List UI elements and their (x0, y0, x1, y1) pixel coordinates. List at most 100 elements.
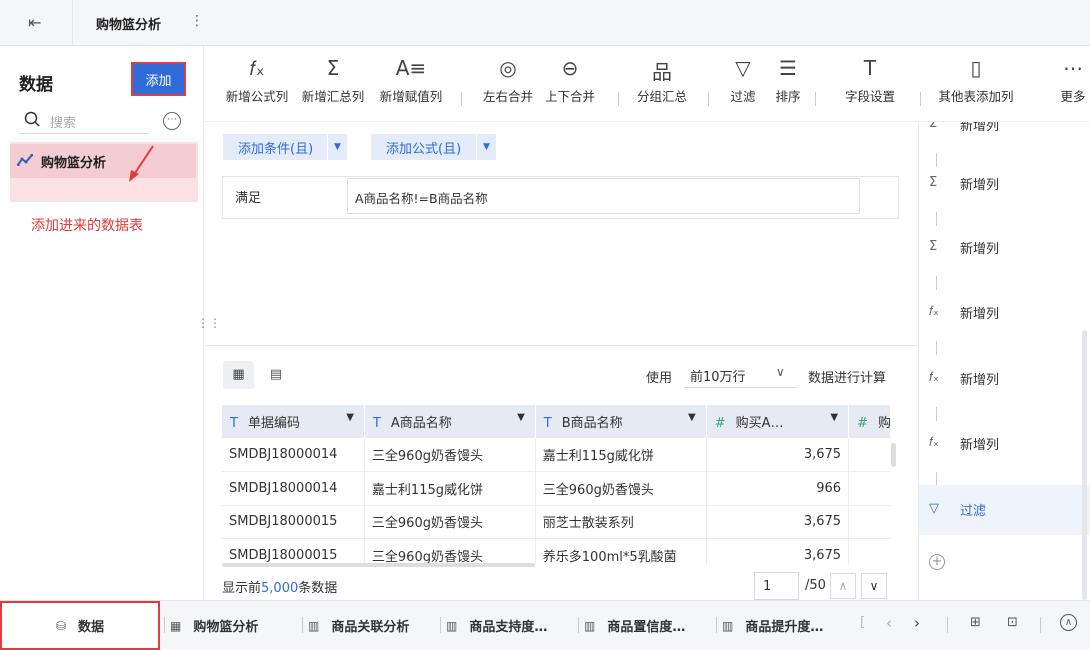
add-dashboard-icon[interactable]: ⊞ (970, 615, 981, 630)
resize-handle-icon[interactable]: ⋮⋮ (197, 316, 221, 330)
table-row[interactable]: SMDBJ18000014 嘉士利115g威化饼 三全960g奶香馒头 966 (222, 471, 890, 506)
toolbar-item-3[interactable]: ◎ 左右合并 (480, 56, 536, 105)
tab-0[interactable]: ⛁ 数据 (0, 601, 160, 650)
toolbar-item-0[interactable]: 𝑓ₓ 新增公式列 (222, 56, 292, 105)
step-item[interactable]: Σ 新增列 (919, 223, 1090, 273)
steps-scrollbar[interactable] (1082, 330, 1087, 600)
assign-icon: A≡ (395, 56, 427, 80)
divider (440, 617, 441, 633)
toolbar-item-4[interactable]: ⊖ 上下合并 (542, 56, 598, 105)
step-item[interactable]: Σ 新增列 (919, 122, 1090, 150)
filter-icon: ▽ (735, 56, 751, 80)
tab-4[interactable]: ▥ 商品置信度… (584, 601, 709, 650)
table-row[interactable]: SMDBJ18000015 三全960g奶香馒头 养乐多100ml*5乳酸菌 3,67… (222, 538, 890, 565)
toolbar-item-7[interactable]: ☰ 排序 (772, 56, 804, 105)
table-row[interactable]: SMDBJ18000014 三全960g奶香馒头 嘉士利115g威化饼 3,675 (222, 438, 890, 472)
toolbar-item-8[interactable]: T 字段设置 (842, 56, 898, 105)
table-cell: 3,675 (706, 505, 850, 539)
more-vertical-icon[interactable]: ⋮ (190, 13, 204, 29)
horizontal-scrollbar[interactable] (222, 563, 535, 567)
table-row[interactable]: SMDBJ18000015 三全960g奶香馒头 丽芝士散装系列 3,675 (222, 505, 890, 539)
caret-down-icon[interactable]: ▼ (517, 412, 525, 423)
divider (815, 92, 816, 106)
column-header[interactable]: # 购买B (848, 405, 890, 438)
chevron-left-icon[interactable]: ‹ (886, 614, 892, 632)
calc-label: 数据进行计算 (808, 371, 887, 386)
page-title: 购物篮分析 (96, 18, 162, 33)
caret-down-icon[interactable]: ▼ (830, 412, 838, 423)
preview-table: T 单据编码 ▼ T A商品名称 ▼ T B商品名称 ▼ # 购买A… ▼ # 购买B SMDBJ1800… (222, 405, 890, 565)
vertical-scrollbar[interactable] (891, 443, 896, 467)
tab-2[interactable]: ▥ 商品关联分析 (308, 601, 433, 650)
tab-3[interactable]: ▥ 商品支持度… (446, 601, 571, 650)
formula-field[interactable]: A商品名称!=B商品名称 (347, 178, 860, 214)
tab-label: 商品置信度… (607, 620, 686, 635)
layout-view-icon[interactable]: ▤ (264, 361, 288, 389)
table-cell (848, 438, 890, 472)
add-condition-button[interactable]: 添加条件(且) (223, 134, 327, 160)
database-icon: ⛁ (55, 618, 67, 633)
use-label: 使用 (646, 371, 673, 386)
table-cell: 嘉士利115g威化饼 (364, 471, 536, 506)
caret-down-icon[interactable]: ▼ (688, 412, 696, 423)
toolbar-item-6[interactable]: ▽ 过滤 (727, 56, 759, 105)
toolbar-item-9[interactable]: ▯ 其他表添加列 (935, 56, 1017, 105)
options-icon[interactable]: ⋯ (163, 112, 181, 130)
exit-icon[interactable]: ⇤ (28, 13, 48, 33)
step-item[interactable]: ▽ 过滤 (919, 485, 1090, 535)
collapse-up-icon[interactable]: ∧ (1060, 614, 1077, 631)
more-icon: ⋯ (1063, 56, 1083, 80)
chevron-down-icon[interactable]: ∨ (776, 365, 785, 379)
add-column-icon: ▯ (970, 56, 982, 80)
toolbar-item-label: 新增赋值列 (379, 89, 443, 104)
field-settings-icon: T (863, 56, 877, 80)
step-item[interactable]: 𝑓ₓ 新增列 (919, 354, 1090, 404)
chevron-right-icon[interactable]: › (914, 614, 920, 632)
chevron-up-icon[interactable]: ∧ (830, 573, 856, 599)
tab-placeholder-icon: [ (860, 615, 866, 630)
chart-icon: ▥ (722, 618, 734, 633)
step-item[interactable]: 𝑓ₓ 新增列 (919, 419, 1090, 469)
steps-panel: Σ 新增列 Σ 新增列 Σ 新增列 𝑓ₓ 新增列 𝑓ₓ 新增列 𝑓ₓ 新增列 ▽ 过滤 + (918, 122, 1090, 600)
caret-down-icon[interactable]: ▼ (346, 412, 354, 423)
satisfy-label: 满足 (235, 191, 262, 206)
toolbar-item-2[interactable]: A≡ 新增赋值列 (376, 56, 446, 105)
table-cell: 966 (706, 471, 850, 506)
toolbar-item-label: 更多 (1060, 89, 1086, 104)
page-input[interactable]: 1 (754, 572, 799, 600)
add-formula-button[interactable]: 添加公式(且) (371, 134, 476, 160)
column-header[interactable]: # 购买A… ▼ (706, 405, 850, 438)
table-cell: SMDBJ18000014 (222, 471, 365, 506)
add-step-icon[interactable]: + (929, 554, 945, 570)
toolbar: 𝑓ₓ 新增公式列 Σ 新增汇总列 A≡ 新增赋值列 ◎ 左右合并 ⊖ 上下合并 品分组汇总 ▽ 过滤 ☰ 排… (205, 46, 1090, 122)
chevron-down-icon[interactable]: ▼ (476, 134, 496, 160)
table-view-icon[interactable]: ▦ (223, 361, 254, 389)
toolbar-item-label: 过滤 (730, 89, 756, 104)
column-header[interactable]: T B商品名称 ▼ (535, 405, 707, 438)
table-cell: SMDBJ18000015 (222, 505, 365, 539)
step-item[interactable]: Σ 新增列 (919, 159, 1090, 209)
tab-1[interactable]: ▦ 购物篮分析 (170, 601, 290, 650)
column-name: B商品名称 (561, 416, 623, 431)
step-item[interactable]: 𝑓ₓ 新增列 (919, 288, 1090, 338)
sum-icon: Σ (326, 56, 340, 80)
sort-icon: ☰ (779, 56, 797, 80)
toolbar-item-10[interactable]: ⋯ 更多 (1056, 56, 1090, 105)
tab-5[interactable]: ▥ 商品提升度… (722, 601, 847, 650)
toolbar-item-1[interactable]: Σ 新增汇总列 (298, 56, 368, 105)
table-cell: 3,675 (706, 538, 850, 565)
chevron-down-icon[interactable]: ∨ (861, 573, 887, 599)
add-button[interactable]: 添加 (131, 62, 186, 96)
column-name: 单据编码 (247, 416, 300, 431)
chevron-down-icon[interactable]: ▼ (327, 134, 347, 160)
step-connector (936, 341, 937, 355)
column-header[interactable]: T 单据编码 ▼ (222, 405, 365, 438)
footer-prefix: 显示前 (222, 581, 262, 596)
table-cell (848, 505, 890, 539)
column-header[interactable]: T A商品名称 ▼ (364, 405, 536, 438)
add-component-icon[interactable]: ⊡ (1007, 615, 1018, 630)
table-cell: 三全960g奶香馒头 (535, 471, 707, 506)
text-type-icon: T (543, 416, 552, 431)
toolbar-item-label: 字段设置 (844, 89, 895, 104)
toolbar-item-5[interactable]: 品分组汇总 (634, 56, 690, 105)
